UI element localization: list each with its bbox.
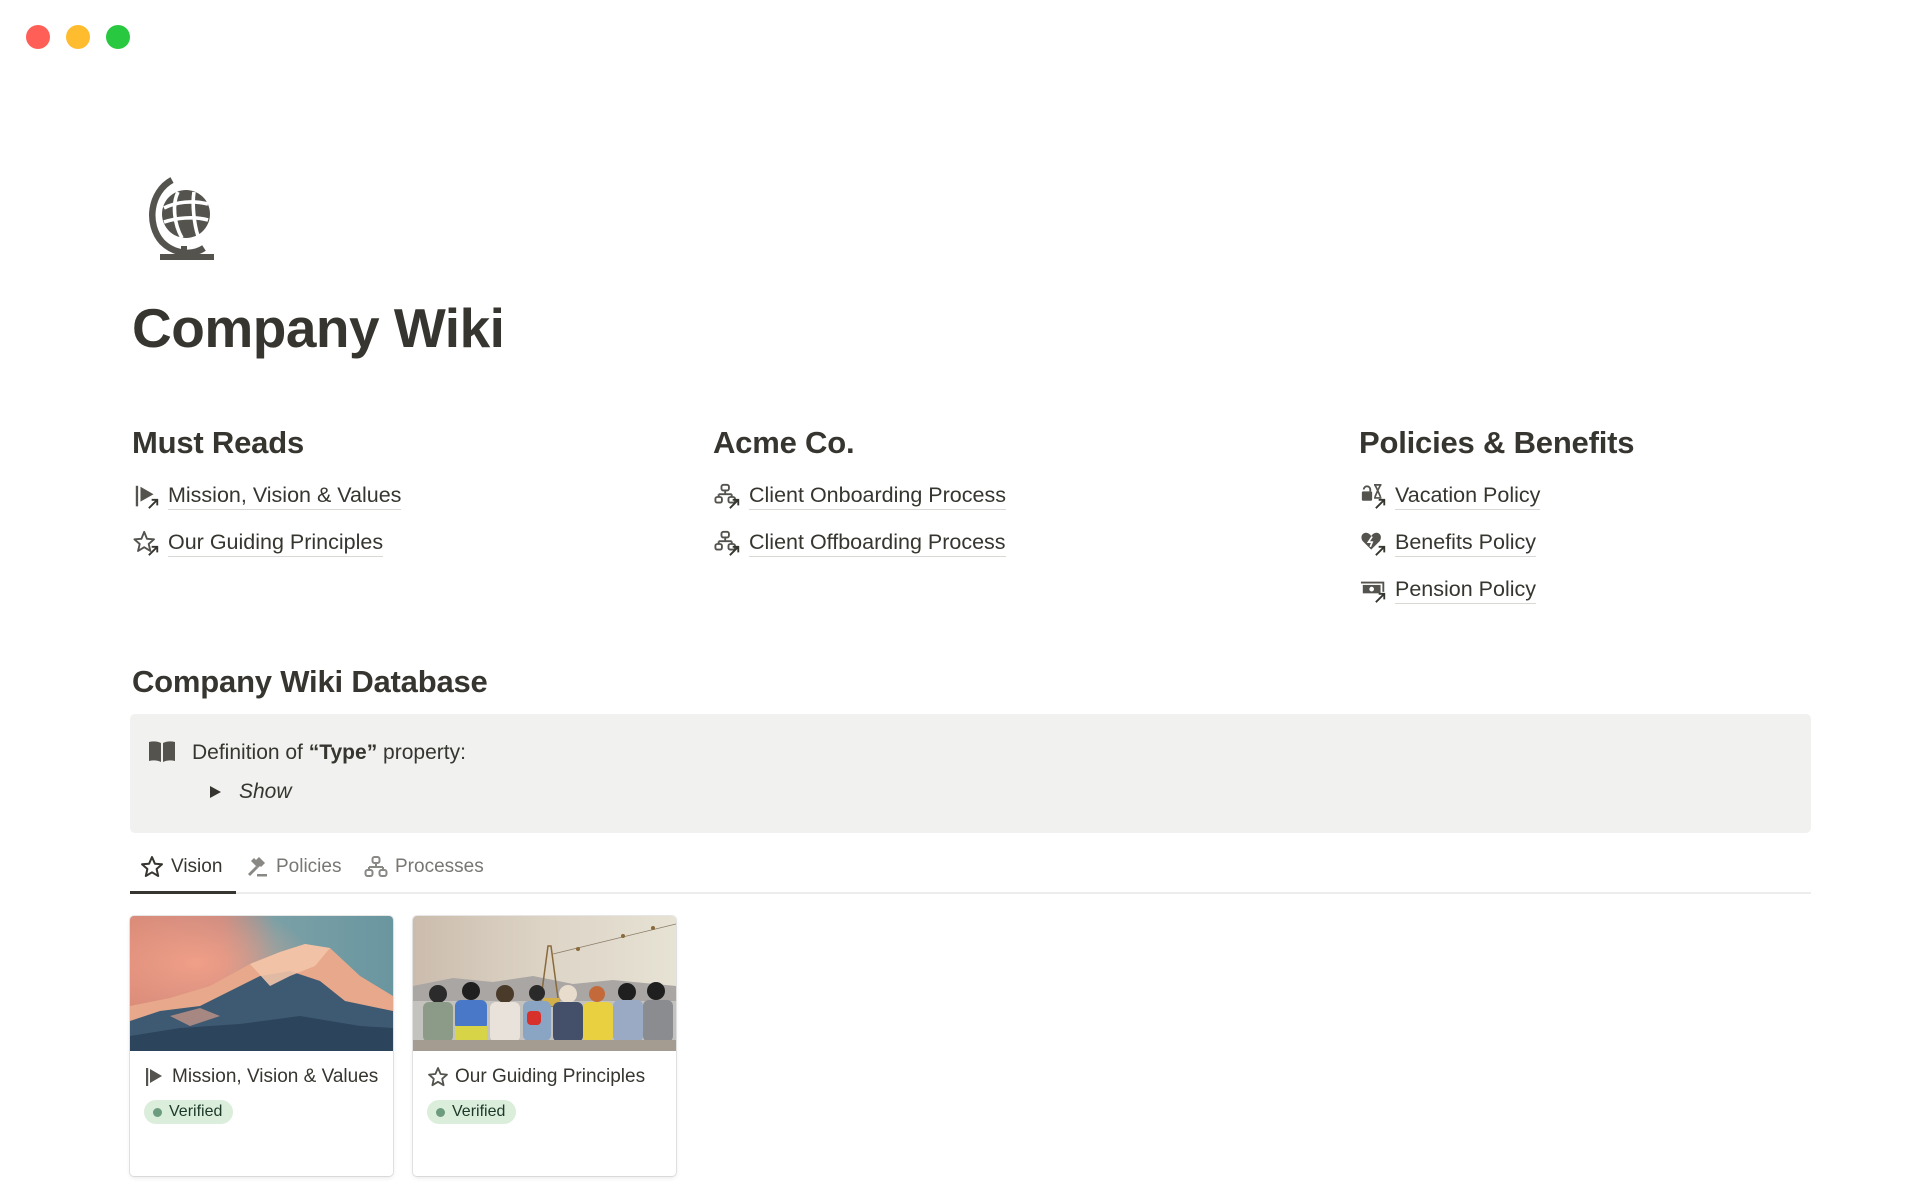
callout-text: Definition of “Type” property: — [192, 741, 466, 765]
section-acme-co: Acme Co. Client Onboarding Process Clien… — [713, 425, 1006, 567]
star-icon — [132, 529, 162, 559]
card-title: Our Guiding Principles — [455, 1066, 646, 1087]
link-label[interactable]: Benefits Policy — [1395, 530, 1537, 558]
link-label[interactable]: Pension Policy — [1395, 577, 1537, 605]
callout-text-suffix: property: — [377, 741, 466, 764]
money-icon — [1359, 576, 1389, 606]
link-label[interactable]: Vacation Policy — [1395, 483, 1541, 511]
callout-text-prefix: Definition of — [192, 741, 309, 764]
link-mission-vision-values[interactable]: Mission, Vision & Values — [132, 473, 402, 520]
book-icon — [148, 740, 176, 764]
section-heading: Must Reads — [132, 425, 304, 460]
link-label[interactable]: Mission, Vision & Values — [168, 483, 402, 511]
type-definition-callout: Definition of “Type” property: Show — [130, 714, 1811, 833]
status-badge: Verified — [144, 1100, 234, 1124]
tab-policies[interactable]: Policies — [245, 856, 341, 894]
gavel-icon — [245, 855, 269, 879]
link-label[interactable]: Our Guiding Principles — [168, 530, 384, 558]
toggle-triangle-icon[interactable] — [210, 786, 221, 798]
mountain-sunset-image — [130, 916, 393, 1051]
link-guiding-principles[interactable]: Our Guiding Principles — [132, 520, 401, 567]
link-benefits-policy[interactable]: Benefits Policy — [1359, 520, 1634, 567]
status-dot — [153, 1107, 162, 1117]
link-label[interactable]: Client Onboarding Process — [749, 483, 1006, 511]
tab-processes[interactable]: Processes — [364, 856, 484, 894]
callout-text-bold: “Type” — [308, 741, 378, 764]
page-title: Company Wiki — [132, 297, 505, 359]
section-policies-benefits: Policies & Benefits Vacation Policy Bene… — [1359, 425, 1634, 614]
status-badge: Verified — [427, 1100, 517, 1124]
section-heading: Policies & Benefits — [1359, 425, 1635, 460]
database-title[interactable]: Company Wiki Database — [132, 664, 488, 700]
flowchart-icon — [713, 482, 743, 512]
active-tab-indicator — [130, 891, 236, 894]
section-must-reads: Must Reads Mission, Vision & Values Our … — [132, 425, 402, 567]
status-dot — [436, 1107, 445, 1117]
tab-label: Processes — [395, 856, 484, 877]
section-heading: Acme Co. — [713, 425, 855, 460]
link-pension-policy[interactable]: Pension Policy — [1359, 567, 1634, 614]
flag-icon — [132, 482, 162, 512]
link-label[interactable]: Client Offboarding Process — [749, 530, 1006, 558]
group-of-friends-image — [413, 916, 676, 1051]
star-icon — [427, 1066, 449, 1088]
status-label: Verified — [452, 1103, 506, 1120]
tab-vision[interactable]: Vision — [140, 856, 222, 894]
heart-bolt-icon — [1359, 529, 1389, 559]
window-controls — [26, 25, 130, 49]
gallery-card[interactable]: Mission, Vision & Values Verified — [130, 916, 393, 1176]
card-title: Mission, Vision & Values — [172, 1066, 379, 1087]
tab-label: Vision — [171, 856, 223, 877]
zoom-window-button[interactable] — [106, 25, 130, 49]
toggle-label[interactable]: Show — [239, 780, 292, 804]
close-window-button[interactable] — [26, 25, 50, 49]
status-label: Verified — [169, 1103, 223, 1120]
lock-hourglass-icon — [1359, 482, 1389, 512]
star-icon — [140, 855, 164, 879]
flowchart-icon — [713, 529, 743, 559]
globe-icon[interactable] — [142, 172, 220, 266]
flag-icon — [144, 1066, 166, 1088]
gallery-card[interactable]: Our Guiding Principles Verified — [413, 916, 676, 1176]
minimize-window-button[interactable] — [66, 25, 90, 49]
show-toggle[interactable]: Show — [200, 780, 292, 804]
database-view-tabs: Vision Policies Processes — [130, 848, 1811, 894]
link-vacation-policy[interactable]: Vacation Policy — [1359, 473, 1634, 520]
link-client-onboarding[interactable]: Client Onboarding Process — [713, 473, 1006, 520]
flowchart-icon — [364, 855, 388, 879]
link-client-offboarding[interactable]: Client Offboarding Process — [713, 520, 1006, 567]
tab-label: Policies — [276, 856, 342, 877]
